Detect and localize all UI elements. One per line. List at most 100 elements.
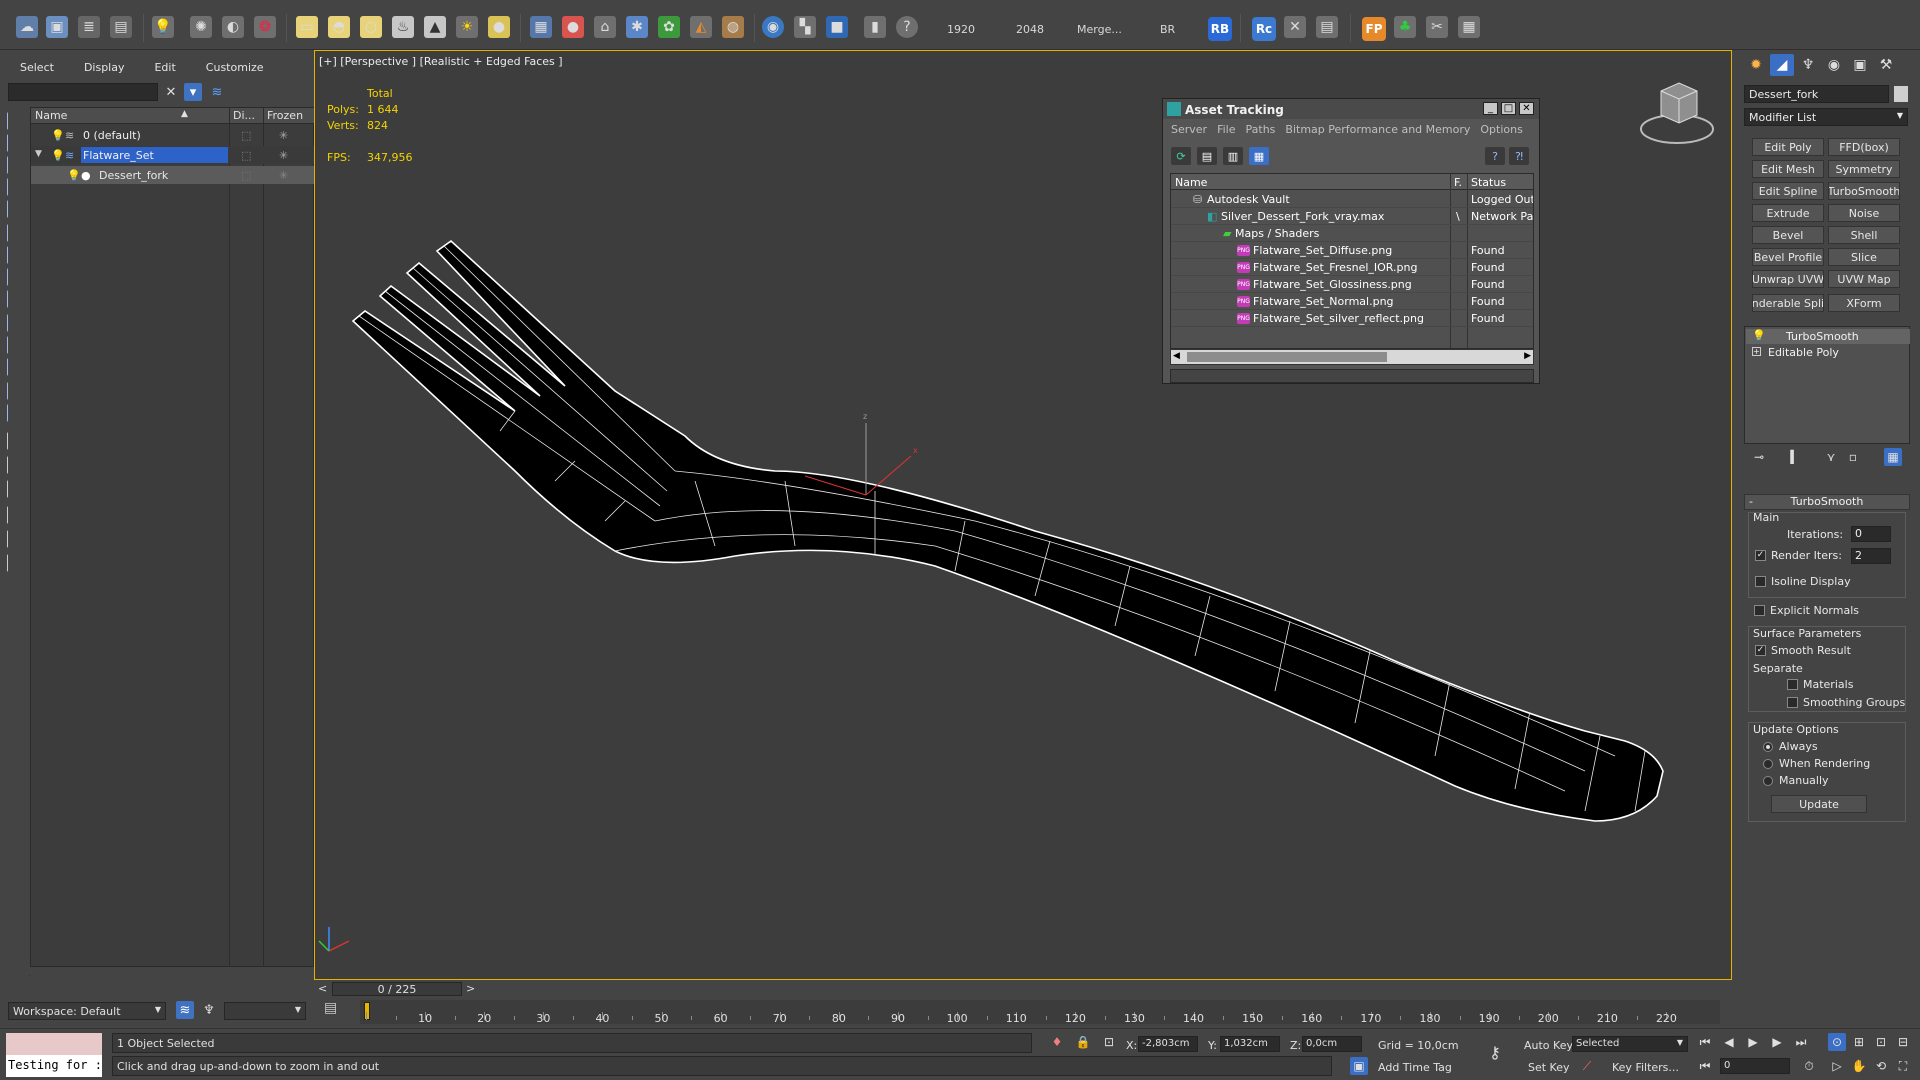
scrollbar-thumb[interactable] [1187,352,1387,362]
add-time-tag-button[interactable]: Add Time Tag [1378,1061,1452,1074]
hierarchy-tab-icon[interactable]: ♆ [1796,54,1820,76]
current-frame-input[interactable]: 0 [1720,1058,1790,1074]
modifier-button-bevel-profile[interactable]: Bevel Profile [1752,248,1824,266]
y-coord-input[interactable]: 1,032cm [1220,1036,1280,1052]
expand-plus-icon[interactable]: + [1752,347,1761,356]
iterations-spinner[interactable]: 0 [1851,526,1891,542]
asset-tracking-window[interactable]: Asset Tracking _ □ ✕ Server File Paths B… [1162,98,1540,384]
make-unique-icon[interactable]: ⋎ [1822,448,1840,466]
column-name[interactable]: Name [1175,176,1207,189]
scroll-left-icon[interactable]: ◀ [1173,351,1180,361]
material-ball-icon[interactable]: ● [562,16,584,38]
horizontal-scrollbar[interactable]: ◀ ▶ [1170,349,1534,365]
asset-row[interactable]: ▰ Maps / Shaders [1171,225,1533,242]
configure-sets-icon[interactable]: ▦ [1884,448,1902,466]
context-help-icon[interactable]: ⁈ [1509,147,1529,165]
filter-icon[interactable]: ▾ [184,83,202,101]
frame-buffer-icon[interactable]: ▚ [794,16,816,38]
maxscript-listener[interactable]: Testing for : [6,1033,102,1077]
menu-select[interactable]: Select [20,61,54,74]
modifier-button-unwrap-uvw[interactable]: Unwrap UVW [1752,270,1824,288]
minimize-button[interactable]: _ [1483,102,1498,115]
sort-arrow-icon[interactable]: ▲ [181,109,188,119]
column-name[interactable]: Name [35,109,67,122]
zoom-extents-icon[interactable]: ⊡ [1872,1033,1890,1051]
modifier-button-ffd-box[interactable]: FFD(box) [1828,138,1900,156]
light-bulb-icon[interactable]: 💡 [51,149,65,162]
column-frozen[interactable]: Frozen [267,109,303,122]
update-button[interactable]: Update [1771,795,1867,813]
freeze-snowflake-icon[interactable]: ✳ [279,129,288,142]
modifier-button-edit-poly[interactable]: Edit Poly [1752,138,1824,156]
light-bulb-icon[interactable]: 💡 [51,129,65,142]
scene-explorer-icon[interactable]: ▤ [110,16,132,38]
explorer-row-flatware-set[interactable]: ▼ 💡 ≋ Flatware_Set ⬚ ✳ [31,146,315,164]
zoom-icon[interactable]: ⊙ [1828,1033,1846,1051]
plane-icon[interactable]: ▭ [296,16,318,38]
play-icon[interactable]: ▶ [1744,1033,1762,1051]
stack-item-editable-poly[interactable]: + Editable Poly [1746,345,1910,360]
column-f[interactable]: F. [1454,176,1462,189]
menu-file[interactable]: File [1217,123,1235,136]
explorer-row-default-layer[interactable]: 💡 ≋ 0 (default) ⬚ ✳ [31,126,315,144]
key-mode-icon[interactable]: ⏮ [1696,1057,1714,1075]
maxscript-output[interactable] [6,1033,102,1055]
cone-icon[interactable]: ▲ [424,16,446,38]
field-of-view-icon[interactable]: ▷ [1828,1057,1846,1075]
br-button[interactable]: BR [1160,23,1175,36]
stack-item-turbosmooth[interactable]: 💡 TurboSmooth [1746,329,1910,344]
teapot-icon[interactable]: ♨ [392,16,414,38]
z-coord-input[interactable]: 0,0cm [1302,1036,1362,1052]
pin-stack-icon[interactable]: ⊸ [1750,448,1768,466]
display-box-icon[interactable]: ⬚ [241,149,251,162]
render-iters-spinner[interactable]: 2 [1851,548,1891,564]
proxy-icon[interactable]: ⌂ [594,16,616,38]
object-color-swatch[interactable] [1894,86,1908,102]
workspace-select[interactable]: Workspace: Default ▼ [8,1002,166,1020]
pan-icon[interactable]: ✋ [1850,1057,1868,1075]
maximize-button[interactable]: □ [1501,102,1516,115]
display-box-icon[interactable]: ⬚ [241,169,251,182]
freeze-snowflake-icon[interactable]: ✳ [279,169,288,182]
light-bulb-icon[interactable]: 💡 [67,169,81,182]
asset-row[interactable]: PNG Flatware_Set_Normal.png Found [1171,293,1533,310]
orbit-icon[interactable]: ⟲ [1872,1057,1890,1075]
create-tab-icon[interactable]: ✹ [1744,54,1768,76]
asset-row[interactable]: PNG Flatware_Set_Diffuse.png Found [1171,242,1533,259]
tools-cross-icon[interactable]: ✕ [1284,16,1306,38]
asset-row[interactable]: ⛁ Autodesk Vault Logged Out [1171,191,1533,208]
fp-badge-button[interactable]: FP [1362,17,1386,41]
render-width-value[interactable]: 1920 [947,23,975,36]
column-status[interactable]: Status [1471,176,1506,189]
film-icon[interactable]: ❂ [254,16,276,38]
set-key-button[interactable]: Set Key [1528,1061,1570,1074]
layers-toggle-icon[interactable]: ≋ [176,1001,194,1019]
previous-frame-icon[interactable]: ◀ [1720,1033,1738,1051]
texture-icon[interactable]: ◍ [722,16,744,38]
modifier-button-slice[interactable]: Slice [1828,248,1900,266]
hierarchy-toggle-icon[interactable]: ♆ [200,1001,218,1019]
go-to-start-icon[interactable]: ⏮ [1696,1033,1714,1051]
modifier-button-renderable-spline[interactable]: enderable Splin [1752,294,1824,312]
materials-checkbox[interactable] [1787,679,1798,690]
modifier-button-turbosmooth[interactable]: TurboSmooth [1828,182,1900,200]
rc-badge-button[interactable]: Rc [1252,17,1276,41]
modifier-button-noise[interactable]: Noise [1828,204,1900,222]
clear-search-icon[interactable]: ✕ [162,83,180,101]
time-tag-icon[interactable]: ▣ [1350,1057,1368,1075]
auto-key-button[interactable]: Auto Key [1524,1039,1573,1052]
close-button[interactable]: ✕ [1519,102,1534,115]
turbosmooth-rollout-title[interactable]: - TurboSmooth [1744,494,1910,510]
hdri-icon[interactable]: ◭ [690,16,712,38]
frame-counter[interactable]: 0 / 225 [332,982,462,996]
track-bar-ruler[interactable]: 10 20 30 40 50 60 70 80 90 100 110 120 130 140 150 160 1… [360,1000,1720,1025]
render-height-value[interactable]: 2048 [1016,23,1044,36]
asset-row[interactable]: PNG Flatware_Set_silver_reflect.png Foun… [1171,310,1533,327]
modifier-button-bevel[interactable]: Bevel [1752,226,1824,244]
table-view-icon[interactable]: ▦ [1249,147,1269,165]
list-view-icon[interactable]: ▤ [1197,147,1217,165]
motion-tab-icon[interactable]: ◉ [1822,54,1846,76]
undo-icon[interactable]: ☁ [16,16,38,38]
render-iters-checkbox[interactable]: ✓ [1755,550,1766,561]
modifier-list-select[interactable]: Modifier List ▼ [1744,108,1908,126]
